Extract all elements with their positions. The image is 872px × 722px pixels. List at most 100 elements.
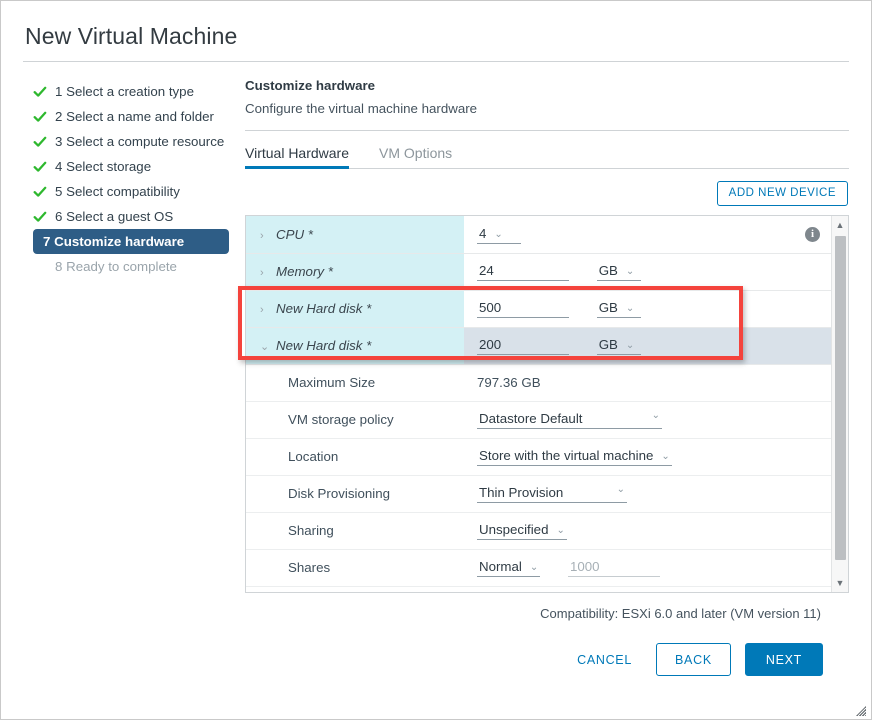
table-row-new-hard-disk-1[interactable]: ›New Hard disk * 500 GB⌄: [246, 290, 848, 327]
disk-provisioning-select[interactable]: Thin Provision⌄: [477, 484, 627, 503]
check-icon: [33, 160, 50, 174]
detail-label-shares: Shares: [246, 549, 464, 586]
hard-disk-2-unit-wrap: GB⌄: [597, 336, 641, 355]
check-icon: [33, 85, 50, 99]
vm-storage-policy-select[interactable]: Datastore Default⌄: [477, 410, 662, 429]
hardware-table: ›CPU * 4⌄ i ›Memory *: [246, 216, 848, 587]
check-icon: [33, 135, 50, 149]
location-value: Store with the virtual machine: [479, 448, 653, 463]
table-row-cpu[interactable]: ›CPU * 4⌄ i: [246, 216, 848, 253]
sidebar-item-select-compute-resource[interactable]: 3 Select a compute resource: [23, 129, 239, 154]
chevron-right-icon[interactable]: ›: [260, 230, 276, 242]
tab-vm-options[interactable]: VM Options: [379, 145, 452, 168]
sidebar-item-select-guest-os[interactable]: 6 Select a guest OS: [23, 204, 239, 229]
location-select[interactable]: Store with the virtual machine ⌄: [477, 447, 672, 466]
hardware-row-label-cpu[interactable]: ›CPU *: [246, 216, 464, 253]
shares-level-select[interactable]: Normal⌄: [477, 558, 540, 577]
info-icon[interactable]: i: [805, 227, 820, 242]
shares-amount-wrap: 1000: [568, 558, 660, 577]
detail-label-maximum-size: Maximum Size: [246, 364, 464, 401]
tab-bar: Virtual Hardware VM Options: [245, 135, 849, 169]
row-label-text: CPU *: [276, 227, 313, 242]
hardware-row-label-hard-disk-2[interactable]: ⌄New Hard disk *: [246, 327, 464, 364]
memory-unit-value: GB: [599, 263, 618, 278]
table-row-vm-storage-policy: VM storage policy Datastore Default⌄: [246, 401, 848, 438]
memory-unit-select[interactable]: GB ⌄: [597, 262, 641, 281]
sidebar-item-label: 4 Select storage: [55, 159, 151, 174]
dialog-title-bar: New Virtual Machine: [1, 1, 871, 51]
chevron-down-icon: ⌄: [494, 229, 502, 240]
row-label-text: Memory *: [276, 264, 333, 279]
maximum-size-value: 797.36 GB: [477, 375, 541, 390]
sidebar-item-select-creation-type[interactable]: 1 Select a creation type: [23, 79, 239, 104]
memory-size-input[interactable]: 24: [477, 262, 569, 281]
table-row-memory[interactable]: ›Memory * 24 GB ⌄: [246, 253, 848, 290]
table-row-disk-provisioning: Disk Provisioning Thin Provision⌄: [246, 475, 848, 512]
sidebar-item-label: 6 Select a guest OS: [55, 209, 173, 224]
sidebar-item-select-name-and-folder[interactable]: 2 Select a name and folder: [23, 104, 239, 129]
scroll-up-arrow-icon[interactable]: ▲: [832, 217, 848, 233]
sharing-select[interactable]: Unspecified⌄: [477, 521, 567, 540]
hardware-row-value-cpu: 4⌄: [464, 216, 773, 253]
detail-label-disk-provisioning: Disk Provisioning: [246, 475, 464, 512]
sidebar-item-select-compatibility[interactable]: 5 Select compatibility: [23, 179, 239, 204]
shares-amount-input[interactable]: 1000: [568, 558, 660, 577]
chevron-down-icon[interactable]: ⌄: [260, 340, 276, 353]
hard-disk-1-unit-select[interactable]: GB⌄: [597, 299, 641, 318]
hard-disk-1-size-input[interactable]: 500: [477, 299, 569, 318]
hardware-row-label-hard-disk-1[interactable]: ›New Hard disk *: [246, 290, 464, 327]
hardware-table-scrollbar[interactable]: ▲ ▼: [831, 216, 848, 592]
chevron-right-icon[interactable]: ›: [260, 267, 276, 279]
scroll-down-arrow-icon[interactable]: ▼: [832, 575, 848, 591]
tab-virtual-hardware[interactable]: Virtual Hardware: [245, 145, 349, 168]
hard-disk-1-size-value: 500: [479, 300, 501, 315]
cancel-button[interactable]: CANCEL: [567, 644, 642, 676]
hard-disk-1-unit-wrap: GB⌄: [597, 299, 641, 318]
chevron-down-icon: ⌄: [661, 451, 669, 462]
sidebar-item-label: 5 Select compatibility: [55, 184, 180, 199]
table-row-location: Location Store with the virtual machine ⌄: [246, 438, 848, 475]
table-row-sharing: Sharing Unspecified⌄: [246, 512, 848, 549]
detail-value-vm-storage-policy: Datastore Default⌄: [464, 401, 848, 438]
back-button[interactable]: BACK: [656, 643, 731, 676]
cpu-count-select[interactable]: 4⌄: [477, 225, 521, 244]
compatibility-text: Compatibility: ESXi 6.0 and later (VM ve…: [245, 593, 849, 621]
hard-disk-2-size-input[interactable]: 200: [477, 336, 569, 355]
sidebar-item-label: 7 Customize hardware: [43, 234, 184, 249]
hard-disk-2-size-value: 200: [479, 337, 501, 352]
toolbar: ADD NEW DEVICE: [245, 169, 849, 215]
wizard-steps-sidebar: 1 Select a creation type 2 Select a name…: [23, 76, 239, 676]
chevron-right-icon[interactable]: ›: [260, 304, 276, 316]
detail-label-sharing: Sharing: [246, 512, 464, 549]
table-row-maximum-size: Maximum Size 797.36 GB: [246, 364, 848, 401]
check-icon: [33, 110, 50, 124]
resize-grip-handle[interactable]: [855, 704, 867, 716]
dialog-footer: CANCEL BACK NEXT: [245, 621, 849, 676]
sidebar-item-label: 3 Select a compute resource: [55, 134, 224, 149]
memory-unit-wrap: GB ⌄: [597, 262, 641, 281]
add-new-device-button[interactable]: ADD NEW DEVICE: [717, 181, 848, 206]
hard-disk-2-unit-select[interactable]: GB⌄: [597, 336, 641, 355]
detail-label-location: Location: [246, 438, 464, 475]
memory-size-value: 24: [479, 263, 494, 278]
table-row-new-hard-disk-2[interactable]: ⌄New Hard disk * 200 GB⌄: [246, 327, 848, 364]
table-row-shares: Shares Normal⌄ 1000: [246, 549, 848, 586]
next-button[interactable]: NEXT: [745, 643, 823, 676]
chevron-down-icon: ⌄: [626, 340, 634, 351]
sidebar-item-customize-hardware[interactable]: 7 Customize hardware: [33, 229, 229, 254]
row-label-text: New Hard disk *: [276, 338, 371, 353]
scrollbar-thumb[interactable]: [835, 236, 846, 560]
detail-value-maximum-size: 797.36 GB: [464, 364, 848, 401]
check-icon: [33, 185, 50, 199]
new-virtual-machine-dialog: New Virtual Machine 1 Select a creation …: [0, 0, 872, 720]
chevron-down-icon: ⌄: [626, 266, 634, 277]
hardware-row-value-hard-disk-2: 200 GB⌄: [464, 327, 773, 364]
sidebar-item-select-storage[interactable]: 4 Select storage: [23, 154, 239, 179]
hardware-table-container: ›CPU * 4⌄ i ›Memory *: [245, 215, 849, 593]
hardware-row-value-memory: 24 GB ⌄: [464, 253, 773, 290]
chevron-down-icon: ⌄: [652, 410, 660, 421]
cpu-count-value: 4: [479, 226, 486, 241]
sidebar-item-ready-to-complete[interactable]: 8 Ready to complete: [23, 254, 239, 279]
hardware-row-label-memory[interactable]: ›Memory *: [246, 253, 464, 290]
check-icon: [33, 210, 50, 224]
